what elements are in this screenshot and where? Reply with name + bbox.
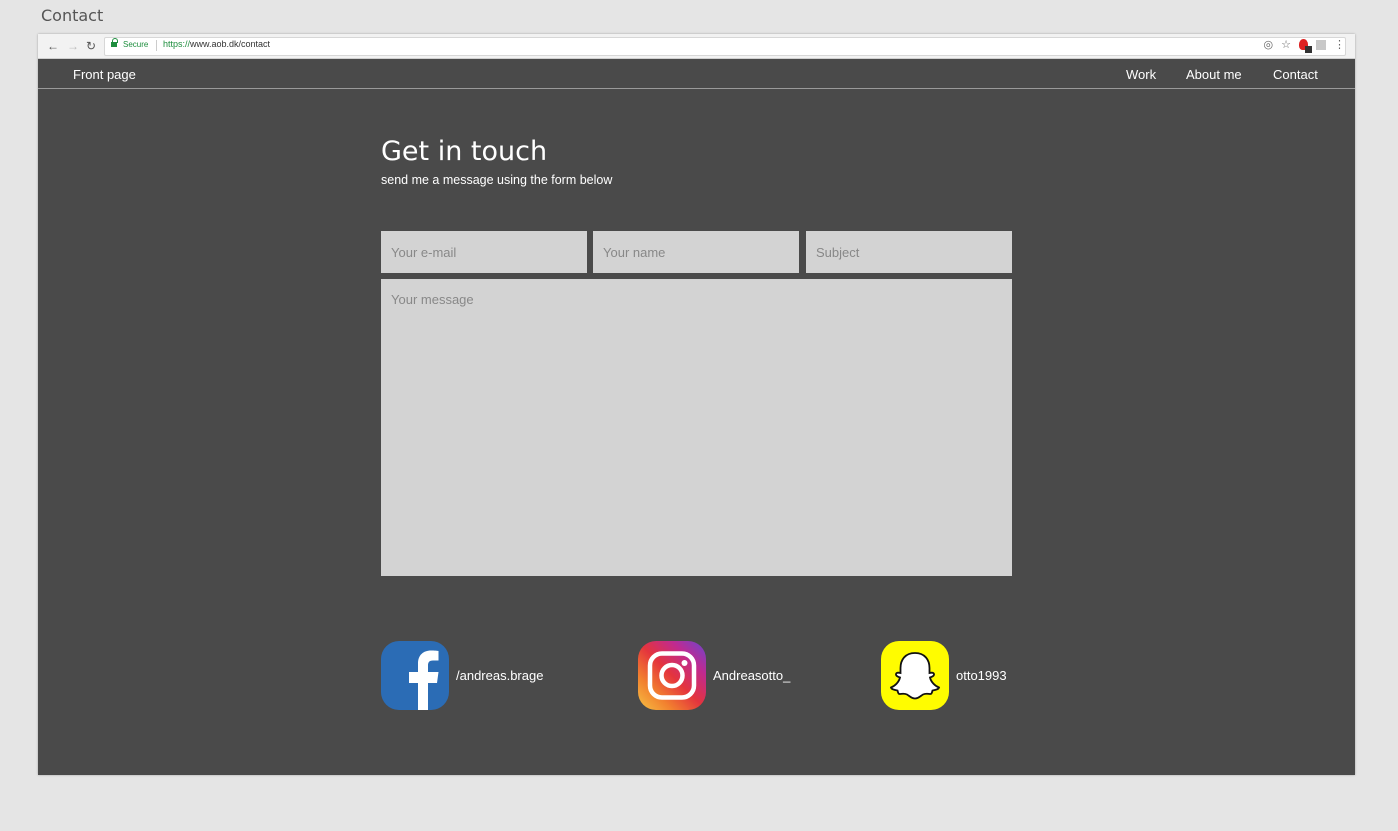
reload-icon[interactable]: ↻ [86,38,96,54]
name-field[interactable] [593,231,799,273]
extension-red-icon[interactable] [1299,39,1312,53]
extension-grey-icon[interactable] [1316,39,1326,50]
facebook-handle: /andreas.brage [456,668,544,683]
nav-contact-link[interactable]: Contact [1273,67,1318,82]
nav-work-link[interactable]: Work [1126,67,1156,82]
browser-window: ← → ↻ Secure https://www.aob.dk/contact … [38,34,1355,775]
browser-extension-icons: ◎ ☆ ⋮ [1264,38,1345,53]
url-scheme: https:// [163,39,191,49]
url-text: https://www.aob.dk/contact [163,39,270,49]
page-subtitle: send me a message using the form below [381,173,613,187]
address-separator [156,40,157,51]
secure-label: Secure [123,40,149,49]
menu-dots-icon[interactable]: ⋮ [1334,38,1345,51]
instagram-handle: Andreasotto_ [713,668,791,683]
email-field[interactable] [381,231,587,273]
lock-icon [111,38,118,48]
facebook-icon [381,641,449,710]
browser-toolbar: ← → ↻ Secure https://www.aob.dk/contact … [38,34,1355,59]
location-icon[interactable]: ◎ [1264,38,1274,51]
snapchat-icon [881,641,949,710]
address-bar[interactable]: Secure https://www.aob.dk/contact [104,37,1346,56]
snapchat-handle: otto1993 [956,668,1007,683]
site-nav: Front page Work About me Contact [38,58,1355,89]
message-field[interactable] [381,279,1012,576]
facebook-link[interactable]: /andreas.brage [381,641,543,710]
star-icon[interactable]: ☆ [1281,38,1291,51]
page-label: Contact [41,6,104,25]
back-arrow-icon[interactable]: ← [47,38,59,54]
subject-field[interactable] [806,231,1012,273]
forward-arrow-icon[interactable]: → [67,38,79,54]
url-path: www.aob.dk/contact [190,39,271,49]
nav-front-page-link[interactable]: Front page [73,67,136,82]
nav-about-link[interactable]: About me [1186,67,1242,82]
instagram-icon [638,641,706,710]
snapchat-link[interactable]: otto1993 [881,641,1007,710]
instagram-link[interactable]: Andreasotto_ [638,641,790,710]
page-title: Get in touch [381,136,548,167]
